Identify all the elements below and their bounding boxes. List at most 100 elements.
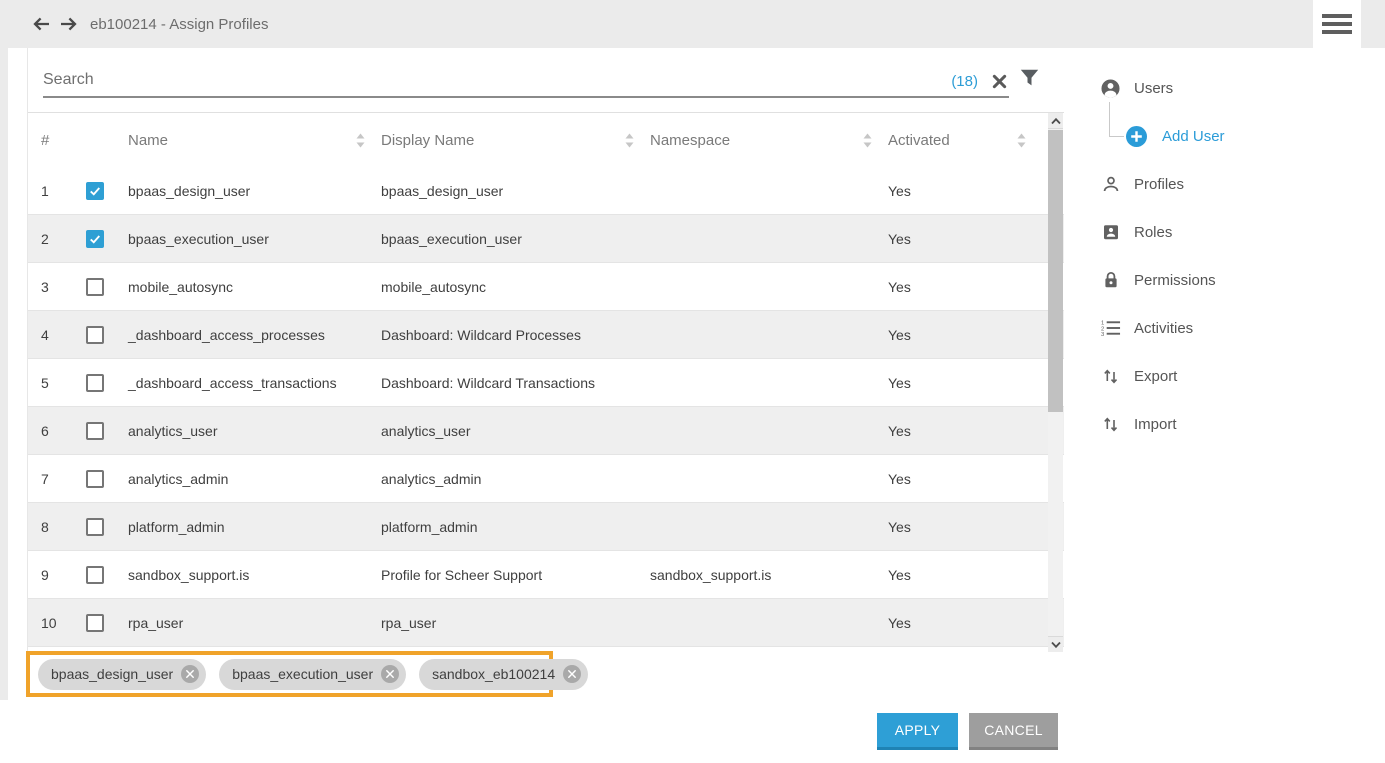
cell-namespace: sandbox_support.is [650, 566, 772, 583]
row-number: 3 [41, 278, 49, 295]
table-row[interactable]: 7 analytics_admin analytics_admin Yes [28, 455, 1064, 503]
cell-display-name: Dashboard: Wildcard Processes [381, 326, 581, 343]
sidebar-item-roles[interactable]: Roles [1100, 220, 1360, 244]
column-header[interactable]: Name [128, 113, 381, 167]
cancel-button[interactable]: CANCEL [969, 713, 1058, 750]
sidebar-item-label: Permissions [1134, 271, 1216, 289]
add-circle-icon [1126, 125, 1147, 147]
table-scrollbar[interactable] [1048, 113, 1063, 652]
cell-name: platform_admin [128, 518, 225, 535]
badge-icon [1100, 222, 1121, 243]
sidebar-item-label: Add User [1162, 127, 1225, 145]
cell-display-name: mobile_autosync [381, 278, 487, 295]
sidebar-nav: Users Add User Profiles Roles Permission… [1100, 76, 1360, 460]
row-checkbox[interactable] [86, 325, 104, 344]
chip-label: bpaas_design_user [51, 666, 174, 682]
sort-icon[interactable] [356, 133, 365, 148]
sidebar-item-profiles[interactable]: Profiles [1100, 172, 1360, 196]
result-count: (18) [951, 73, 978, 90]
cell-name: _dashboard_access_processes [128, 326, 325, 343]
numbered-list-icon: 123 [1100, 318, 1121, 339]
tree-connector-vertical [1109, 102, 1110, 136]
table-row[interactable]: 10 rpa_user rpa_user Yes [28, 599, 1064, 647]
table-row[interactable]: 4 _dashboard_access_processes Dashboard:… [28, 311, 1064, 359]
row-checkbox[interactable] [86, 565, 104, 584]
hamburger-icon [1322, 14, 1352, 34]
row-number: 2 [41, 230, 49, 247]
scroll-down-button[interactable] [1048, 636, 1063, 652]
person-outline-icon [1100, 174, 1121, 195]
cell-activated: Yes [888, 326, 911, 343]
sort-icon[interactable] [625, 133, 634, 148]
search-input[interactable]: Search (18) [43, 58, 1009, 98]
cell-name: rpa_user [128, 614, 184, 631]
menu-button[interactable] [1313, 0, 1361, 48]
cell-activated: Yes [888, 182, 911, 199]
table-row[interactable]: 6 analytics_user analytics_user Yes [28, 407, 1064, 455]
column-header[interactable]: Display Name [381, 113, 650, 167]
sort-icon[interactable] [1017, 133, 1026, 148]
cell-display-name: platform_admin [381, 518, 478, 535]
search-placeholder: Search [43, 71, 94, 88]
column-header-label: Namespace [650, 131, 731, 149]
table-row[interactable]: 9 sandbox_support.is Profile for Scheer … [28, 551, 1064, 599]
forward-arrow-icon[interactable] [60, 16, 78, 32]
row-number: 7 [41, 470, 49, 487]
selected-profiles-highlight-box: bpaas_design_user bpaas_execution_user s… [26, 651, 589, 697]
assign-profiles-screen: eb100214 - Assign Profiles Search (18) #… [0, 0, 1385, 763]
row-checkbox[interactable] [86, 517, 104, 536]
cell-activated: Yes [888, 278, 911, 295]
row-checkbox[interactable] [86, 613, 104, 632]
cell-display-name: analytics_user [381, 422, 471, 439]
import-export-icon [1100, 414, 1121, 435]
sidebar-item-import[interactable]: Import [1100, 412, 1360, 436]
back-arrow-icon[interactable] [32, 16, 50, 32]
column-header[interactable]: Namespace [650, 113, 888, 167]
row-checkbox[interactable] [86, 421, 104, 440]
column-header-label: Name [128, 131, 169, 149]
table-row[interactable]: 3 mobile_autosync mobile_autosync Yes [28, 263, 1064, 311]
column-header[interactable]: Activated [888, 113, 1036, 167]
sidebar-item-permissions[interactable]: Permissions [1100, 268, 1360, 292]
chip-remove-icon[interactable] [381, 665, 400, 683]
table-row[interactable]: 2 bpaas_execution_user bpaas_execution_u… [28, 215, 1064, 263]
row-number: 10 [41, 614, 57, 631]
sidebar-item-add-user[interactable]: Add User [1126, 124, 1360, 148]
cell-display-name: Dashboard: Wildcard Transactions [381, 374, 595, 391]
table-row[interactable]: 8 platform_admin platform_admin Yes [28, 503, 1064, 551]
scrollbar-thumb[interactable] [1048, 130, 1063, 412]
row-checkbox[interactable] [86, 277, 104, 296]
cell-name: bpaas_design_user [128, 182, 251, 199]
row-number: 4 [41, 326, 49, 343]
column-header-label: Activated [888, 131, 950, 149]
cell-display-name: rpa_user [381, 614, 437, 631]
user-circle-icon [1100, 78, 1121, 99]
row-checkbox[interactable] [86, 373, 104, 392]
svg-text:3: 3 [1101, 332, 1105, 338]
sidebar-item-label: Activities [1134, 319, 1194, 337]
cell-name: sandbox_support.is [128, 566, 250, 583]
table-row[interactable]: 1 bpaas_design_user bpaas_design_user Ye… [28, 167, 1064, 215]
sidebar-item-users[interactable]: Users [1100, 76, 1360, 100]
table-row[interactable]: 5 _dashboard_access_transactions Dashboa… [28, 359, 1064, 407]
chip-label: bpaas_execution_user [232, 666, 374, 682]
apply-button[interactable]: APPLY [877, 713, 958, 750]
sidebar-item-activities[interactable]: 123 Activities [1100, 316, 1360, 340]
chip-remove-icon[interactable] [181, 665, 200, 683]
cell-activated: Yes [888, 230, 911, 247]
scroll-up-button[interactable] [1048, 113, 1063, 129]
column-header-label: Display Name [381, 131, 475, 149]
chip-label: sandbox_eb100214 [432, 666, 556, 682]
row-number: 6 [41, 422, 49, 439]
chip-remove-icon[interactable] [563, 665, 582, 683]
row-checkbox[interactable] [86, 469, 104, 488]
row-checkbox[interactable] [86, 229, 104, 248]
sidebar-item-export[interactable]: Export [1100, 364, 1360, 388]
filter-icon[interactable] [1020, 69, 1039, 87]
lock-icon [1100, 270, 1121, 291]
tree-connector-horizontal [1109, 136, 1124, 137]
row-number: 1 [41, 182, 49, 199]
clear-search-icon[interactable] [992, 74, 1007, 89]
sort-icon[interactable] [863, 133, 872, 148]
row-checkbox[interactable] [86, 181, 104, 200]
